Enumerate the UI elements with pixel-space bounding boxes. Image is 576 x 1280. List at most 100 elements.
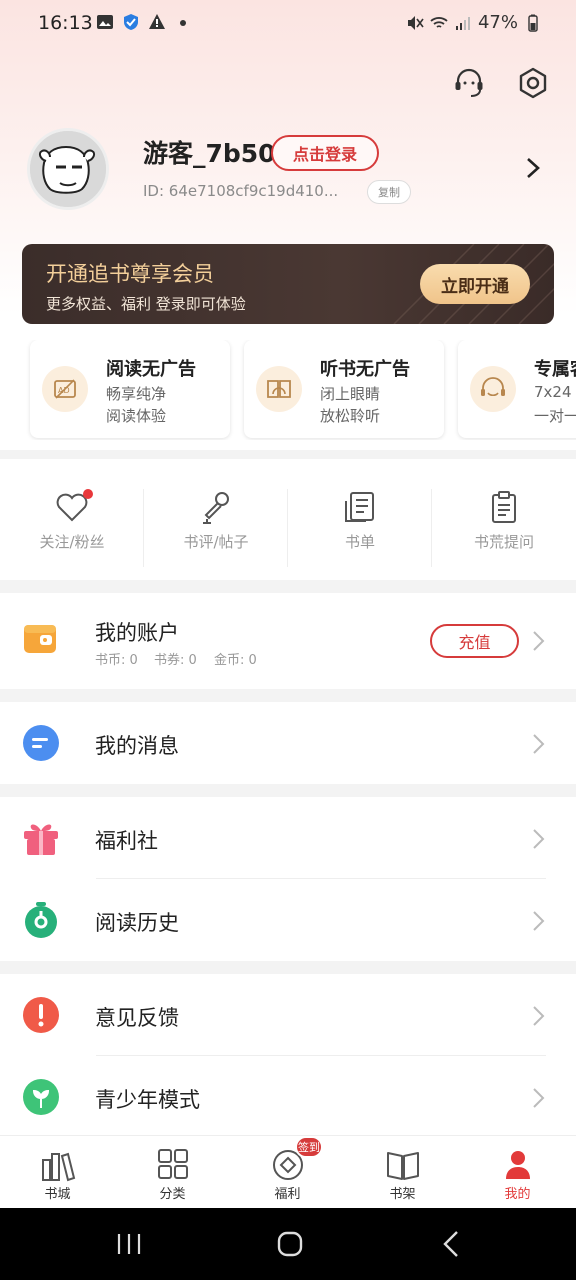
benefit-line: 一对一 bbox=[534, 407, 576, 425]
chevron-right-icon[interactable] bbox=[520, 154, 544, 182]
microphone-icon bbox=[203, 492, 229, 524]
row-label: 阅读历史 bbox=[95, 911, 179, 935]
checkin-badge: 签到 bbox=[295, 1136, 323, 1158]
status-bar: 16:13 47% bbox=[0, 0, 576, 48]
home-icon[interactable] bbox=[273, 1228, 307, 1260]
tab-category[interactable]: 分类 bbox=[115, 1136, 230, 1209]
vip-banner[interactable]: 开通追书尊享会员 更多权益、福利 登录即可体验 立即开通 bbox=[22, 244, 554, 324]
open-book-icon bbox=[387, 1152, 419, 1180]
battery-percent: 47% bbox=[477, 12, 518, 33]
row-label: 我的消息 bbox=[95, 734, 179, 758]
dot-icon bbox=[180, 20, 186, 26]
messages-section: 我的消息 bbox=[0, 702, 576, 784]
tab-label: 福利 bbox=[274, 1187, 301, 1202]
quick-link-label: 书评/帖子 bbox=[183, 533, 249, 551]
feedback-row[interactable]: 意见反馈 bbox=[0, 974, 576, 1056]
quick-link-book-request[interactable]: 书荒提问 bbox=[432, 459, 576, 580]
recharge-button[interactable]: 充值 bbox=[430, 624, 519, 658]
book-coins: 书币: 0 bbox=[95, 653, 138, 668]
benefit-title: 专属客服 bbox=[534, 359, 576, 380]
message-icon bbox=[23, 725, 59, 761]
tab-label: 书架 bbox=[389, 1187, 416, 1202]
chevron-right-icon bbox=[533, 1006, 545, 1026]
headset-icon bbox=[481, 377, 505, 397]
copy-id-button[interactable]: 复制 bbox=[367, 180, 411, 204]
benefit-line: 7x24 bbox=[534, 383, 572, 401]
no-ads-icon-bg: AD bbox=[42, 366, 88, 412]
benefit-card-no-ads-listening[interactable]: 听书无广告 闭上眼睛 放松聆听 bbox=[244, 340, 444, 438]
clock-icon bbox=[25, 902, 57, 938]
vip-subtitle: 更多权益、福利 登录即可体验 bbox=[46, 295, 246, 313]
wallet-icon bbox=[24, 625, 56, 653]
exclamation-icon bbox=[23, 997, 59, 1033]
tab-bookshelf[interactable]: 书架 bbox=[345, 1136, 460, 1209]
tab-bookstore[interactable]: 书城 bbox=[0, 1136, 115, 1209]
shield-check-icon bbox=[124, 14, 138, 30]
tab-welfare[interactable]: 福利 bbox=[230, 1136, 345, 1209]
quick-links: 关注/粉丝 书评/帖子 书单 书荒提问 bbox=[0, 459, 576, 580]
teen-mode-row[interactable]: 青少年模式 bbox=[0, 1056, 576, 1138]
benefit-card-no-ads-reading[interactable]: AD 阅读无广告 畅享纯净 阅读体验 bbox=[30, 340, 230, 438]
tab-mine[interactable]: 我的 bbox=[460, 1136, 575, 1209]
avatar[interactable] bbox=[27, 128, 109, 210]
vip-benefits-row: AD 阅读无广告 畅享纯净 阅读体验 听书无广告 闭上眼睛 放松聆听 专属客服 … bbox=[0, 340, 576, 440]
mute-icon bbox=[407, 15, 424, 30]
user-id: ID: 64e7108cf9c19d410... bbox=[143, 182, 339, 200]
row-label: 青少年模式 bbox=[95, 1088, 200, 1112]
sheep-avatar-icon bbox=[30, 131, 106, 207]
benefit-line: 放松聆听 bbox=[320, 407, 381, 425]
chevron-right-icon bbox=[533, 911, 545, 931]
login-button[interactable]: 点击登录 bbox=[271, 135, 379, 171]
grid-icon bbox=[158, 1149, 188, 1179]
gallery-icon bbox=[97, 15, 113, 29]
chevron-right-icon bbox=[533, 1088, 545, 1108]
document-list-icon bbox=[345, 492, 374, 522]
welfare-row[interactable]: 福利社 bbox=[0, 797, 576, 879]
book-headphones-icon bbox=[267, 380, 291, 398]
benefit-card-exclusive-service[interactable]: 专属客服 7x24 一对一 bbox=[458, 340, 576, 438]
system-navigation-bar bbox=[0, 1208, 576, 1280]
benefit-line: 闭上眼睛 bbox=[320, 385, 381, 403]
row-label: 福利社 bbox=[95, 829, 158, 853]
signal-icon bbox=[455, 16, 470, 30]
quick-link-label: 关注/粉丝 bbox=[39, 533, 105, 551]
settings-icon[interactable] bbox=[516, 66, 550, 100]
gold-coins: 金币: 0 bbox=[214, 653, 257, 668]
wifi-icon bbox=[430, 16, 448, 28]
recent-apps-icon[interactable] bbox=[112, 1228, 146, 1260]
benefit-line: 阅读体验 bbox=[106, 407, 167, 425]
status-time: 16:13 bbox=[38, 12, 93, 34]
benefit-line: 畅享纯净 bbox=[106, 385, 167, 403]
quick-link-label: 书荒提问 bbox=[473, 533, 534, 551]
settings-section: 意见反馈 青少年模式 bbox=[0, 974, 576, 1138]
vip-open-button[interactable]: 立即开通 bbox=[420, 264, 530, 304]
tab-label: 书城 bbox=[44, 1187, 71, 1202]
bottom-tab-bar: 书城 分类 福利 书架 我的 bbox=[0, 1135, 576, 1208]
account-section: 我的账户 书币: 0 书券: 0 金币: 0 充值 bbox=[0, 593, 576, 689]
row-label: 意见反馈 bbox=[95, 1006, 179, 1030]
books-icon bbox=[42, 1152, 76, 1182]
customer-service-icon[interactable] bbox=[452, 66, 486, 100]
back-icon[interactable] bbox=[435, 1228, 469, 1260]
vouchers: 书券: 0 bbox=[154, 653, 197, 668]
my-account-row[interactable]: 我的账户 书币: 0 书券: 0 金币: 0 充值 bbox=[0, 593, 576, 689]
gift-icon bbox=[24, 824, 58, 855]
my-messages-row[interactable]: 我的消息 bbox=[0, 702, 576, 784]
activity-section: 福利社 阅读历史 bbox=[0, 797, 576, 961]
user-icon bbox=[506, 1151, 530, 1179]
username: 游客_7b50 bbox=[143, 139, 276, 168]
battery-icon bbox=[528, 14, 538, 32]
tab-label: 我的 bbox=[504, 1187, 531, 1202]
quick-link-booklist[interactable]: 书单 bbox=[288, 459, 432, 580]
vip-title: 开通追书尊享会员 bbox=[46, 262, 214, 286]
sprout-icon bbox=[23, 1079, 59, 1115]
reading-history-row[interactable]: 阅读历史 bbox=[0, 879, 576, 961]
warning-icon bbox=[149, 14, 165, 29]
red-dot-badge bbox=[83, 489, 93, 499]
quick-link-reviews-posts[interactable]: 书评/帖子 bbox=[144, 459, 288, 580]
no-ads-icon: AD bbox=[54, 379, 76, 399]
row-label: 我的账户 bbox=[95, 621, 179, 645]
quick-link-label: 书单 bbox=[344, 533, 375, 551]
benefit-title: 阅读无广告 bbox=[106, 359, 196, 380]
quick-link-follow-fans[interactable]: 关注/粉丝 bbox=[0, 459, 144, 580]
